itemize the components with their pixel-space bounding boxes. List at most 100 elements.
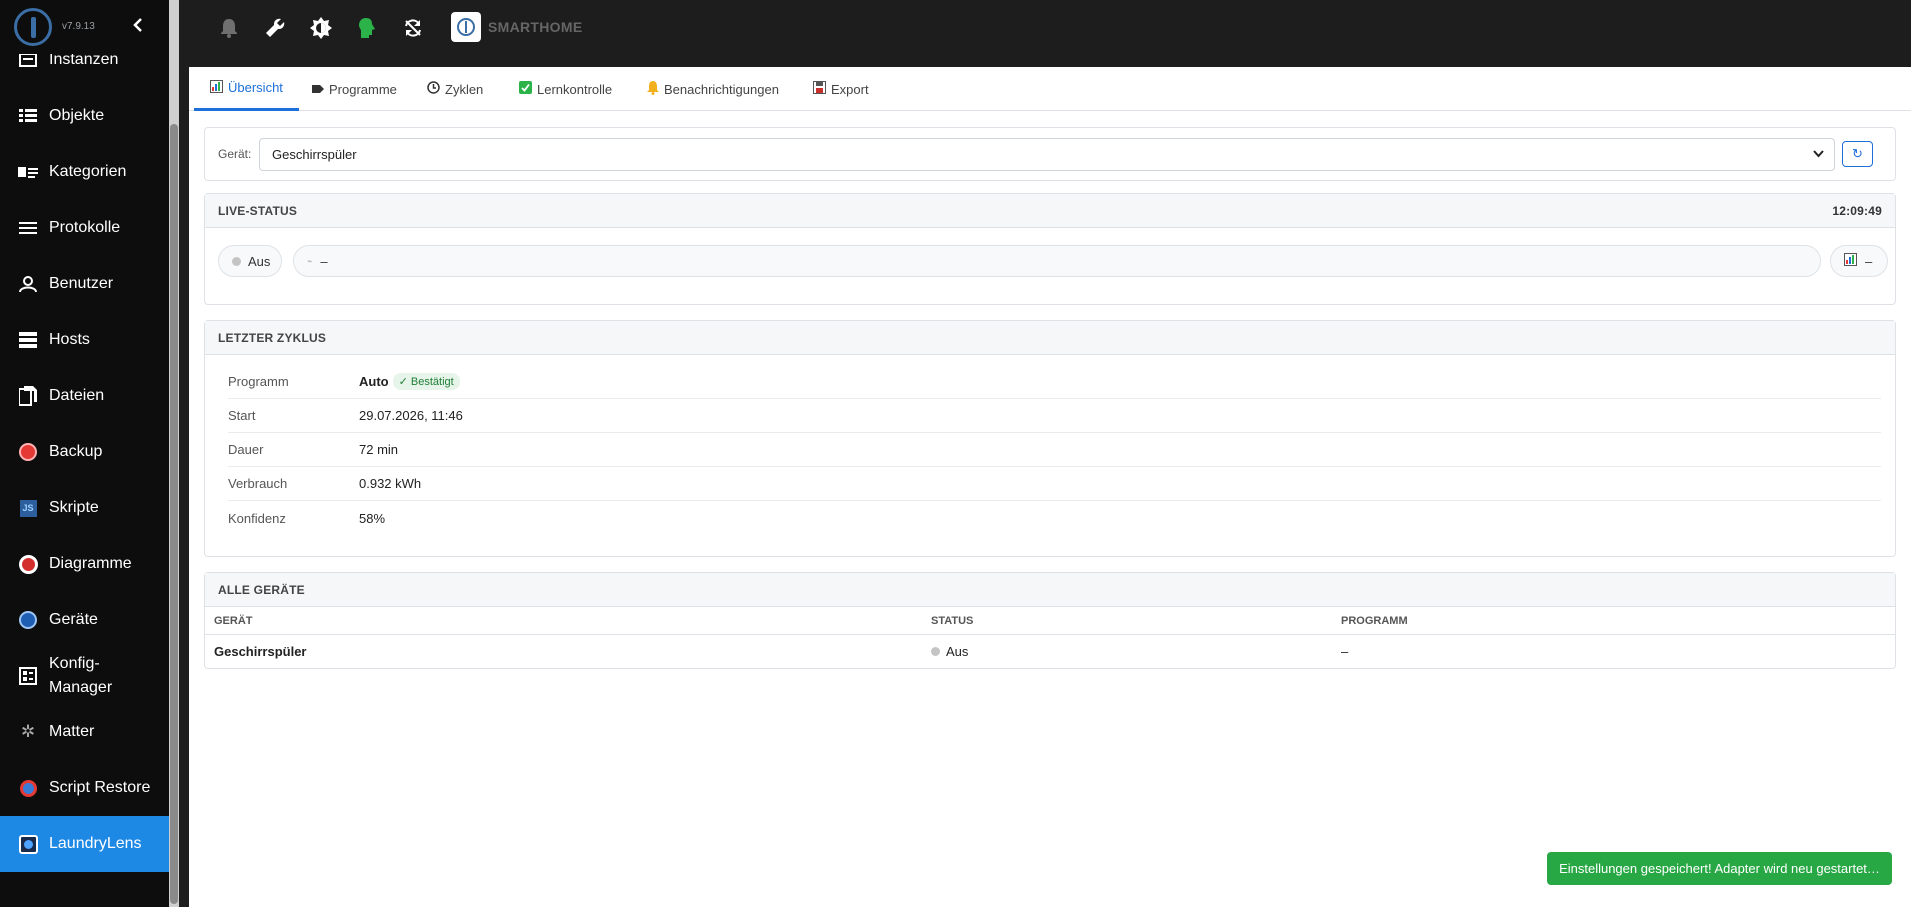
device-select-value: Geschirrspüler	[272, 147, 357, 162]
chevron-down-icon	[1813, 147, 1824, 161]
backup-icon	[15, 441, 41, 463]
logs-icon	[15, 217, 41, 239]
sidebar-item-label: Dateien	[49, 387, 105, 404]
iobroker-logo-icon[interactable]	[14, 8, 52, 46]
head-icon[interactable]	[353, 14, 381, 42]
tab-uebersicht[interactable]: Übersicht	[194, 67, 299, 111]
row-key: Start	[228, 408, 256, 423]
power-display: ⌁ –	[293, 245, 1821, 277]
sidebar-item-laundrylens[interactable]: LaundryLens	[0, 816, 169, 872]
tab-label: Lernkontrolle	[537, 81, 613, 97]
status-dot	[232, 256, 241, 266]
config-manager-icon	[15, 665, 41, 687]
sidebar-item-label: Skripte	[49, 499, 99, 516]
row-value: 0.932 kWh	[359, 476, 422, 491]
table-cell-status: Aus	[931, 635, 968, 668]
tab-lernkontrolle[interactable]: Lernkontrolle	[503, 67, 628, 111]
table-cell-device: Geschirrspüler	[214, 644, 307, 659]
chart-value: –	[1865, 253, 1873, 269]
tab-label: Zyklen	[445, 81, 484, 97]
tab-programme[interactable]: Programme	[296, 67, 413, 111]
cycle-row-verbrauch: Verbrauch 0.932 kWh	[228, 467, 1881, 501]
cycle-row-dauer: Dauer 72 min	[228, 433, 1881, 467]
sidebar-item-protokolle[interactable]: Protokolle	[0, 200, 169, 256]
brand-title: SMARTHOME	[488, 19, 583, 35]
sidebar-item-label: LaundryLens	[49, 835, 142, 852]
clock-icon	[427, 81, 440, 97]
checkbox-icon	[519, 81, 532, 97]
status-dot	[931, 647, 940, 656]
device-select[interactable]: Geschirrspüler	[259, 138, 1835, 171]
chart-icon	[1844, 253, 1857, 269]
refresh-button[interactable]: ↻	[1842, 141, 1873, 167]
laundrylens-icon	[15, 833, 41, 855]
files-icon	[15, 385, 41, 407]
sidebar: Instanzen Objekte Kategorien Protokolle …	[0, 0, 169, 907]
status-text: Aus	[248, 253, 271, 269]
refresh-icon: ↻	[1852, 146, 1863, 161]
sidebar-item-label: Konfig-Manager	[49, 655, 113, 696]
toast-notification[interactable]: Einstellungen gespeichert! Adapter wird …	[1547, 852, 1892, 885]
sidebar-item-label: Matter	[49, 723, 95, 740]
devices-icon	[15, 609, 41, 631]
save-icon	[813, 81, 826, 97]
sidebar-item-label: Backup	[49, 443, 103, 460]
scrollbar-thumb[interactable]	[170, 124, 178, 904]
row-key: Verbrauch	[228, 476, 288, 491]
sidebar-item-script-restore[interactable]: Script Restore	[0, 760, 169, 816]
device-selector-card: Gerät: Geschirrspüler ↻	[204, 127, 1896, 181]
sidebar-item-label: Protokolle	[49, 219, 121, 236]
sidebar-item-label: Kategorien	[49, 163, 127, 180]
bell-icon[interactable]	[215, 14, 243, 42]
tab-zyklen[interactable]: Zyklen	[411, 67, 499, 111]
sidebar-item-label: Benutzer	[49, 275, 114, 292]
sidebar-item-backup[interactable]: Backup	[0, 424, 169, 480]
sidebar-item-skripte[interactable]: JS Skripte	[0, 480, 169, 536]
tab-label: Export	[831, 81, 869, 97]
last-cycle-card: LETZTER ZYKLUS Programm Auto ✓ Bestätigt…	[204, 320, 1896, 557]
sidebar-item-matter[interactable]: ✲ Matter	[0, 704, 169, 760]
wrench-icon[interactable]	[261, 14, 289, 42]
matter-icon: ✲	[20, 722, 36, 741]
row-value: 72 min	[359, 442, 399, 457]
column-header-geraet: GERÄT	[214, 615, 253, 627]
sidebar-nav: Instanzen Objekte Kategorien Protokolle …	[0, 32, 169, 872]
chevron-left-icon[interactable]	[128, 15, 148, 37]
sidebar-item-hosts[interactable]: Hosts	[0, 312, 169, 368]
chart-value-pill: –	[1830, 245, 1888, 277]
sidebar-item-label: Script Restore	[49, 779, 151, 796]
brightness-icon[interactable]	[307, 14, 335, 42]
sidebar-item-dateien[interactable]: Dateien	[0, 368, 169, 424]
tab-export[interactable]: Export	[797, 67, 885, 111]
device-label: Gerät:	[218, 147, 252, 161]
sidebar-item-label: Objekte	[49, 107, 105, 124]
sidebar-item-label: Geräte	[49, 611, 98, 628]
charts-icon	[15, 553, 41, 575]
sidebar-item-kategorien[interactable]: Kategorien	[0, 144, 169, 200]
sidebar-item-konfig-manager[interactable]: Konfig-Manager	[0, 648, 169, 704]
top-bar: SMARTHOME	[179, 0, 1911, 60]
column-header-status: STATUS	[931, 615, 974, 627]
row-key: Programm	[228, 374, 289, 389]
script-restore-icon	[15, 777, 41, 799]
plug-icon: ⌁	[307, 255, 313, 266]
tab-benachrichtigungen[interactable]: Benachrichtigungen	[631, 67, 795, 111]
row-value: 29.07.2026, 11:46	[359, 408, 463, 423]
sidebar-item-benutzer[interactable]: Benutzer	[0, 256, 169, 312]
power-value: –	[320, 253, 328, 269]
status-text: Aus	[946, 644, 969, 659]
live-status-header: LIVE-STATUS 12:09:49	[205, 194, 1895, 228]
sidebar-item-objekte[interactable]: Objekte	[0, 88, 169, 144]
row-value: 58%	[359, 510, 386, 526]
bell-icon	[647, 80, 659, 98]
sidebar-scrollbar[interactable]	[169, 0, 179, 907]
card-title: ALLE GERÄTE	[218, 582, 305, 597]
main-content: Übersicht Programme Zyklen Lernkontrolle…	[189, 67, 1911, 907]
sync-icon[interactable]	[399, 14, 427, 42]
sidebar-item-geraete[interactable]: Geräte	[0, 592, 169, 648]
cycle-row-start: Start 29.07.2026, 11:46	[228, 399, 1881, 433]
card-title: LIVE-STATUS	[218, 203, 298, 218]
sidebar-item-diagramme[interactable]: Diagramme	[0, 536, 169, 592]
card-title: LETZTER ZYKLUS	[218, 330, 327, 345]
last-cycle-header: LETZTER ZYKLUS	[205, 321, 1895, 355]
